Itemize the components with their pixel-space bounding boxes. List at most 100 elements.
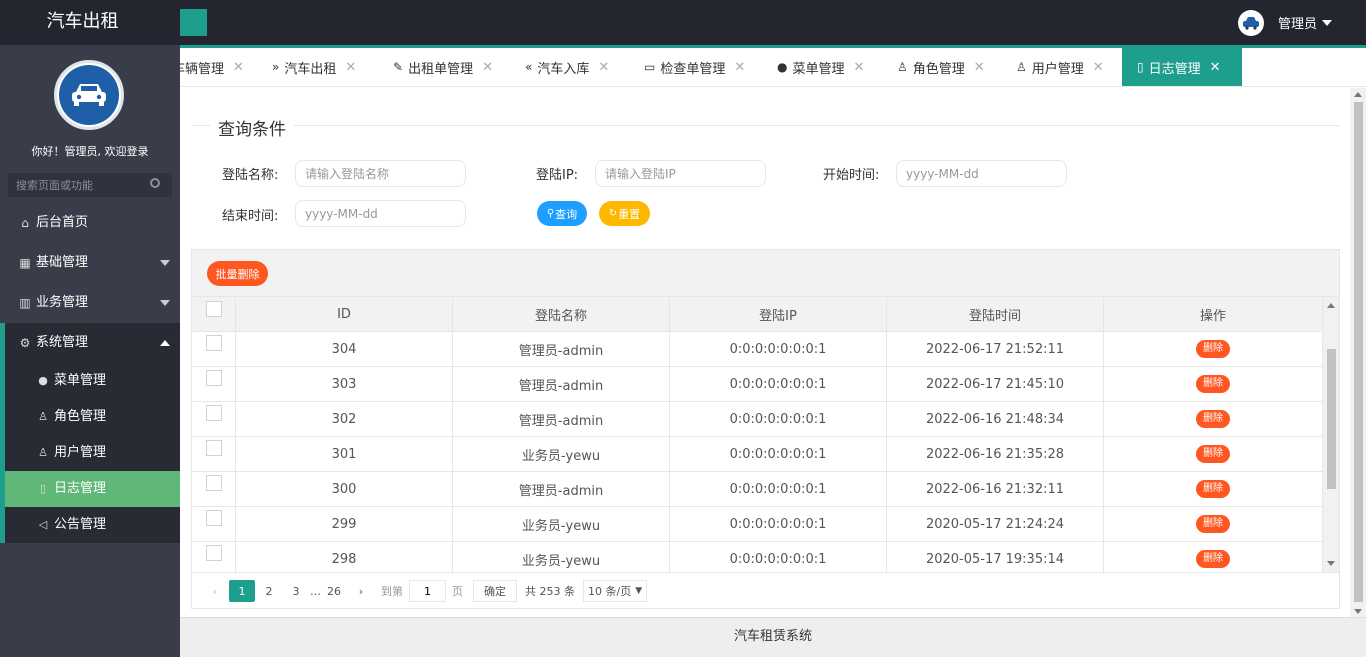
sidebar-item-label: 用户管理 (54, 445, 107, 460)
tab-vehicle-management[interactable]: 车辆管理 ✕ (180, 48, 259, 86)
sidebar-item-notice-management[interactable]: ◁ 公告管理 (0, 507, 180, 543)
column-header-ip[interactable]: 登陆IP (670, 297, 887, 331)
login-ip-input[interactable] (595, 160, 766, 187)
fieldset-border (192, 125, 1340, 126)
cell-login-time: 2020-05-17 21:24:24 (887, 507, 1104, 541)
login-name-input[interactable] (295, 160, 466, 187)
table-row[interactable]: 302 管理员-admin 0:0:0:0:0:0:0:1 2022-06-16 21… (192, 402, 1323, 437)
table-row[interactable]: 299 业务员-yewu 0:0:0:0:0:0:0:1 2020-05-17 21:… (192, 507, 1323, 542)
cell-action: 删除 (1104, 402, 1323, 436)
close-icon[interactable]: ✕ (482, 60, 493, 75)
page-1[interactable]: 1 (229, 580, 255, 602)
sidebar-menu: ⌂ 后台首页 ▦ 基础管理 ▥ 业务管理 ⚙ 系统管理 ● 菜单管理 ♙ 角色管… (0, 203, 180, 543)
search-icon[interactable] (150, 178, 160, 188)
select-all-checkbox[interactable] (205, 301, 222, 317)
scrollbar-thumb[interactable] (1327, 349, 1336, 489)
cell-login-ip: 0:0:0:0:0:0:0:1 (670, 367, 887, 401)
tab-log-management[interactable]: ▯ 日志管理 ✕ (1122, 48, 1242, 86)
prev-page-icon[interactable]: ‹ (202, 580, 228, 602)
sidebar-item-role-management[interactable]: ♙ 角色管理 (0, 399, 180, 435)
end-time-input[interactable] (295, 200, 466, 227)
tab-label: 日志管理 (1148, 61, 1201, 77)
sidebar-toggle-button[interactable] (180, 9, 207, 36)
user-menu[interactable]: 管理员 (1237, 9, 1332, 36)
sidebar-item-system[interactable]: ⚙ 系统管理 (0, 323, 180, 363)
table-row[interactable]: 301 业务员-yewu 0:0:0:0:0:0:0:1 2022-06-16 21:… (192, 437, 1323, 472)
goto-confirm-button[interactable]: 确定 (473, 580, 517, 602)
column-header-time[interactable]: 登陆时间 (887, 297, 1104, 331)
close-icon[interactable]: ✕ (1093, 60, 1104, 75)
edit-icon: ✎ (393, 60, 404, 74)
row-delete-button[interactable]: 删除 (1196, 375, 1230, 393)
sidebar-item-label: 业务管理 (36, 295, 89, 310)
page-scrollbar[interactable] (1350, 88, 1366, 618)
sidebar-search-input[interactable] (8, 173, 172, 197)
row-delete-button[interactable]: 删除 (1196, 445, 1230, 463)
tab-check-order[interactable]: ▭ 检查单管理 ✕ (629, 48, 760, 86)
start-time-input[interactable] (896, 160, 1067, 187)
batch-delete-button[interactable]: 批量删除 (207, 261, 268, 286)
log-table: 批量删除 ID 登陆名称 登陆IP 登陆时间 操作 304 管理员-admin 0:… (191, 249, 1340, 609)
row-delete-button[interactable]: 删除 (1196, 550, 1230, 568)
user-name: 管理员 (1277, 17, 1317, 32)
cell-id: 299 (236, 507, 453, 541)
close-icon[interactable]: ✕ (854, 60, 865, 75)
row-delete-button[interactable]: 删除 (1196, 410, 1230, 428)
sidebar-item-user-management[interactable]: ♙ 用户管理 (0, 435, 180, 471)
row-checkbox[interactable] (205, 475, 222, 491)
reset-button[interactable]: ↻ 重置 (599, 201, 650, 226)
sidebar-item-home[interactable]: ⌂ 后台首页 (0, 203, 180, 243)
close-icon[interactable]: ✕ (345, 60, 356, 75)
close-icon[interactable]: ✕ (598, 60, 609, 75)
tab-rent-order[interactable]: ✎ 出租单管理 ✕ (378, 48, 508, 86)
row-checkbox[interactable] (205, 510, 222, 526)
tab-car-rental[interactable]: » 汽车出租 ✕ (257, 48, 371, 86)
sidebar-item-business[interactable]: ▥ 业务管理 (0, 283, 180, 323)
search-button[interactable]: ⚲ 查询 (537, 201, 587, 226)
close-icon[interactable]: ✕ (734, 60, 745, 75)
close-icon[interactable]: ✕ (233, 60, 244, 75)
chevron-down-icon (160, 300, 170, 306)
log-icon: ▯ (1137, 60, 1144, 74)
table-row[interactable]: 304 管理员-admin 0:0:0:0:0:0:0:1 2022-06-17 21… (192, 332, 1323, 367)
row-checkbox[interactable] (205, 440, 222, 456)
sidebar-item-menu-management[interactable]: ● 菜单管理 (0, 363, 180, 399)
page-2[interactable]: 2 (256, 580, 282, 602)
row-checkbox[interactable] (205, 370, 222, 386)
row-delete-button[interactable]: 删除 (1196, 515, 1230, 533)
column-header-id[interactable]: ID (236, 297, 453, 331)
goto-page-input[interactable] (409, 580, 446, 602)
row-checkbox[interactable] (205, 335, 222, 351)
scrollbar-thumb[interactable] (1354, 102, 1363, 602)
page-3[interactable]: 3 (283, 580, 309, 602)
table-row[interactable]: 303 管理员-admin 0:0:0:0:0:0:0:1 2022-06-17 21… (192, 367, 1323, 402)
table-row[interactable]: 298 业务员-yewu 0:0:0:0:0:0:0:1 2020-05-17 19:… (192, 542, 1323, 572)
sidebar-item-basic[interactable]: ▦ 基础管理 (0, 243, 180, 283)
row-delete-button[interactable]: 删除 (1196, 480, 1230, 498)
row-delete-button[interactable]: 删除 (1196, 340, 1230, 358)
page-last[interactable]: 26 (321, 580, 347, 602)
row-checkbox[interactable] (205, 545, 222, 561)
close-icon[interactable]: ✕ (974, 60, 985, 75)
table-row[interactable]: 300 管理员-admin 0:0:0:0:0:0:0:1 2022-06-16 21… (192, 472, 1323, 507)
scroll-down-arrow-icon[interactable] (1354, 609, 1362, 614)
next-page-icon[interactable]: › (348, 580, 374, 602)
tab-role-management[interactable]: ♙ 角色管理 ✕ (882, 48, 1000, 86)
log-icon: ▯ (39, 482, 47, 495)
tab-user-management[interactable]: ♙ 用户管理 ✕ (1001, 48, 1119, 86)
sidebar-item-label: 系统管理 (36, 335, 89, 350)
scroll-up-arrow-icon[interactable] (1327, 303, 1335, 308)
cell-login-name: 业务员-yewu (453, 437, 670, 471)
close-icon[interactable]: ✕ (1210, 60, 1221, 75)
table-scrollbar[interactable] (1323, 297, 1339, 572)
sidebar-item-log-management[interactable]: ▯ 日志管理 (0, 471, 180, 507)
cell-action: 删除 (1104, 542, 1323, 572)
tab-car-inbound[interactable]: « 汽车入库 ✕ (510, 48, 624, 86)
scroll-down-arrow-icon[interactable] (1327, 561, 1335, 566)
tab-menu-management[interactable]: ● 菜单管理 ✕ (762, 48, 879, 86)
row-checkbox[interactable] (205, 405, 222, 421)
column-header-name[interactable]: 登陆名称 (453, 297, 670, 331)
scroll-up-arrow-icon[interactable] (1354, 92, 1362, 97)
chevron-down-icon (160, 260, 170, 266)
page-size-select[interactable]: 10 条/页 ▼ (583, 580, 648, 602)
